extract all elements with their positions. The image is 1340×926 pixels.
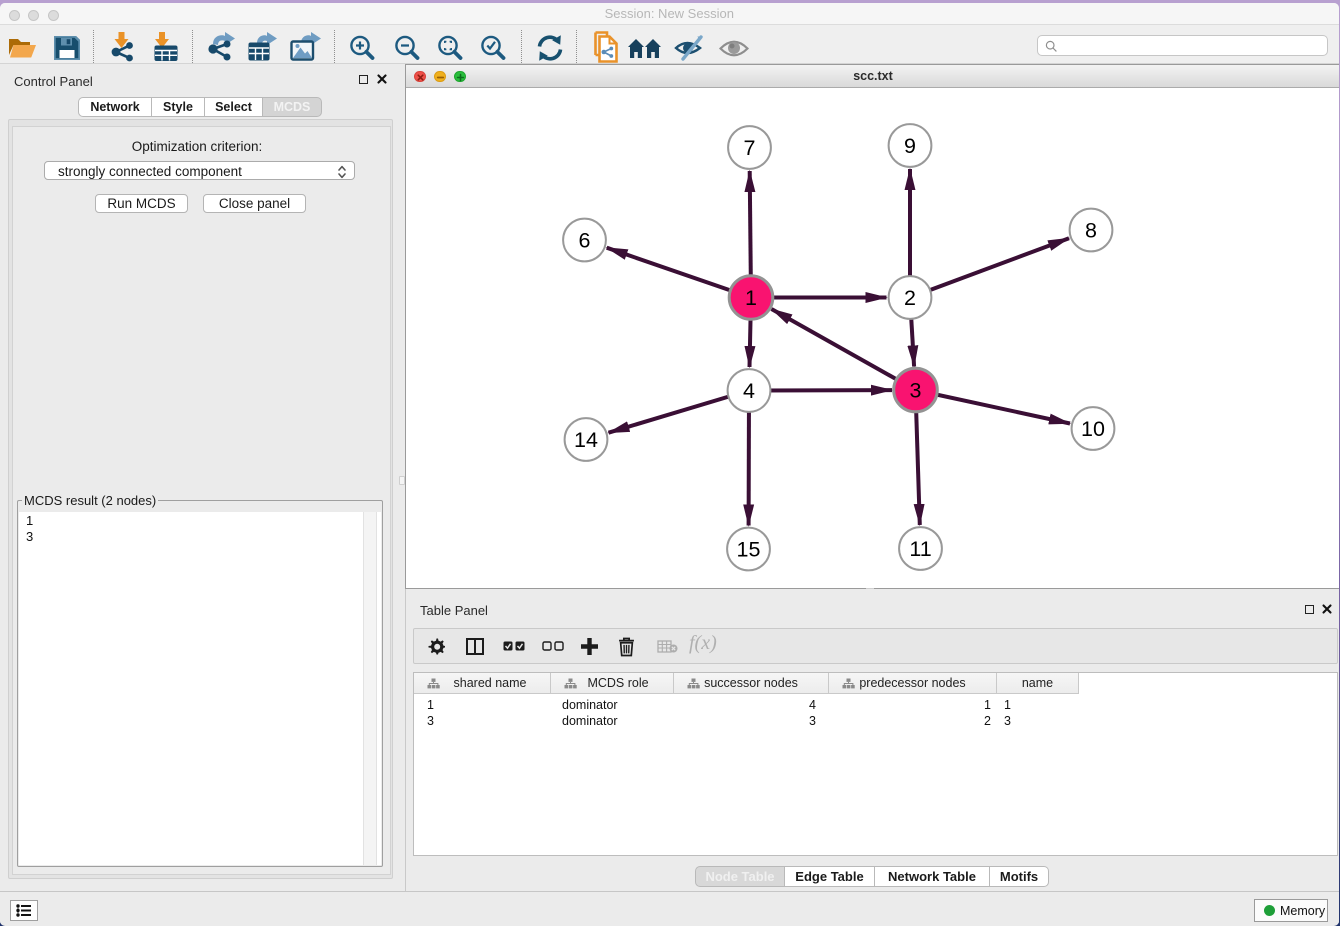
- svg-text:4: 4: [743, 379, 755, 403]
- svg-text:1: 1: [745, 286, 757, 310]
- svg-text:10: 10: [1081, 417, 1105, 441]
- svg-text:15: 15: [737, 538, 761, 562]
- svg-text:6: 6: [579, 229, 591, 253]
- svg-text:11: 11: [909, 537, 931, 561]
- svg-text:2: 2: [904, 286, 916, 310]
- svg-text:3: 3: [910, 379, 922, 403]
- svg-text:7: 7: [744, 136, 756, 160]
- svg-text:8: 8: [1085, 219, 1097, 243]
- svg-text:9: 9: [904, 134, 916, 158]
- svg-text:14: 14: [574, 428, 598, 452]
